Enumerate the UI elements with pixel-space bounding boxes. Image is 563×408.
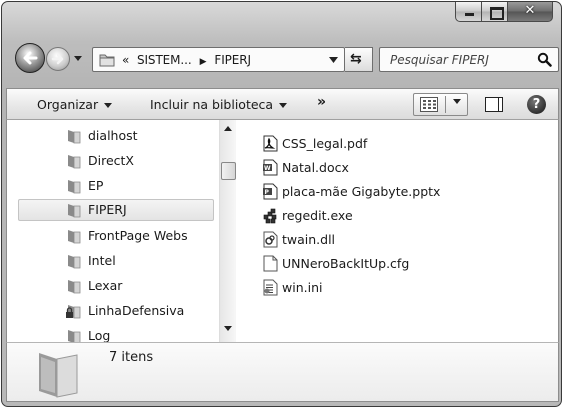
navigation-bar: « SISTEM... ▶ FIPERJ ⇆ — [2, 41, 561, 77]
address-overflow[interactable]: « — [122, 53, 129, 67]
view-button-divider — [445, 96, 446, 113]
close-button[interactable]: ✕ — [508, 2, 553, 22]
preview-pane-icon[interactable] — [485, 97, 503, 112]
include-label: Incluir na biblioteca — [150, 97, 274, 112]
explorer-window: ✕ « SISTEM... ▶ FIPERJ ⇆ Pesquisar FIPER… — [1, 1, 562, 407]
address-segment-fiperj[interactable]: FIPERJ — [214, 53, 251, 67]
forward-arrow-icon — [51, 53, 64, 65]
scroll-up-icon[interactable] — [224, 126, 232, 131]
refresh-icon: ⇆ — [350, 51, 362, 67]
refresh-button[interactable]: ⇆ — [345, 47, 373, 72]
nav-item-label: EP — [88, 178, 104, 193]
word-document-icon: W — [263, 159, 278, 176]
chevron-down-icon — [279, 103, 288, 108]
file-name: CSS_legal.pdf — [282, 136, 368, 151]
command-bar: Organizar Incluir na biblioteca » ? — [6, 88, 559, 120]
item-count: 7 itens — [109, 350, 154, 365]
nav-item-label: LinhaDefensiva — [88, 303, 185, 318]
help-icon[interactable]: ? — [527, 95, 546, 114]
svg-text:W: W — [264, 165, 271, 172]
nav-item-label: Lexar — [88, 278, 123, 293]
folder-icon — [39, 353, 78, 398]
chevron-down-icon[interactable] — [453, 99, 461, 104]
file-name: win.ini — [282, 280, 323, 295]
search-icon[interactable] — [537, 52, 552, 67]
nav-item-label: Log — [88, 328, 111, 342]
minimize-button[interactable] — [455, 2, 482, 22]
dll-icon — [263, 231, 278, 248]
svg-text:P: P — [265, 189, 270, 196]
more-commands-button[interactable]: » — [317, 94, 326, 110]
blank-file-icon — [263, 255, 278, 272]
nav-item-dialhost[interactable]: dialhost — [7, 125, 214, 147]
regedit-icon — [263, 208, 277, 224]
back-button[interactable] — [15, 43, 45, 73]
folder-icon — [68, 330, 81, 342]
chevron-down-icon — [104, 103, 113, 108]
folder-icon — [68, 130, 81, 144]
nav-item-label: DirectX — [88, 153, 134, 168]
search-box[interactable] — [379, 47, 559, 72]
nav-item-label: FrontPage Webs — [88, 228, 188, 243]
nav-item-intel[interactable]: Intel — [7, 250, 214, 272]
organize-label: Organizar — [37, 97, 99, 112]
locked-folder-icon — [66, 305, 81, 319]
file-name: placa-mãe Gigabyte.pptx — [282, 184, 441, 199]
ini-file-icon — [263, 279, 278, 296]
organize-button[interactable]: Organizar — [37, 97, 113, 112]
nav-item-label: Intel — [88, 253, 116, 268]
scroll-down-icon[interactable] — [224, 326, 232, 331]
nav-pane-scrollbar[interactable] — [219, 120, 236, 342]
nav-item-fiperj[interactable]: FIPERJ — [18, 199, 214, 221]
folder-icon — [68, 180, 81, 194]
nav-item-label: dialhost — [88, 128, 138, 143]
pdf-icon — [263, 135, 278, 152]
details-pane: 7 itens — [6, 342, 559, 402]
include-in-library-button[interactable]: Incluir na biblioteca — [150, 97, 288, 112]
address-segment-sistem[interactable]: SISTEM... — [137, 53, 192, 67]
recent-pages-dropdown[interactable] — [73, 53, 83, 63]
file-name: twain.dll — [282, 232, 336, 247]
file-name: regedit.exe — [282, 208, 353, 223]
address-bar[interactable]: « SISTEM... ▶ FIPERJ — [92, 47, 345, 72]
folder-icon — [68, 204, 81, 218]
file-list[interactable]: CSS_legal.pdf W Natal.docx P placa-mãe G… — [237, 120, 558, 342]
file-name: Natal.docx — [282, 160, 349, 175]
forward-button[interactable] — [46, 47, 70, 71]
nav-item-log[interactable]: Log — [7, 325, 214, 342]
chevron-down-icon[interactable] — [329, 56, 338, 64]
address-path: « SISTEM... ▶ FIPERJ — [122, 53, 251, 67]
nav-item-label: FIPERJ — [88, 202, 127, 217]
nav-item-ep[interactable]: EP — [7, 175, 214, 197]
powerpoint-icon: P — [263, 183, 278, 200]
nav-item-lexar[interactable]: Lexar — [7, 275, 214, 297]
folder-icon — [68, 230, 81, 244]
close-icon: ✕ — [524, 3, 536, 18]
chevron-right-icon[interactable]: ▶ — [200, 57, 207, 67]
view-grid-icon — [420, 97, 438, 112]
folder-icon — [68, 280, 81, 294]
maximize-button[interactable] — [482, 2, 508, 22]
folder-icon — [68, 255, 81, 269]
nav-item-directx[interactable]: DirectX — [7, 150, 214, 172]
window-controls: ✕ — [455, 2, 553, 22]
search-input[interactable] — [390, 51, 530, 69]
main-content: dialhost DirectX EP FIPERJ FrontPage Web… — [6, 120, 559, 342]
folder-icon — [99, 54, 115, 66]
navigation-pane[interactable]: dialhost DirectX EP FIPERJ FrontPage Web… — [7, 120, 219, 342]
file-name: UNNeroBackItUp.cfg — [282, 256, 410, 271]
folder-icon — [68, 155, 81, 169]
scroll-thumb[interactable] — [221, 162, 236, 180]
nav-item-frontpage-webs[interactable]: FrontPage Webs — [7, 225, 214, 247]
change-view-button[interactable] — [413, 93, 468, 116]
nav-item-linhadefensiva[interactable]: LinhaDefensiva — [7, 300, 214, 322]
back-arrow-icon — [23, 51, 38, 65]
